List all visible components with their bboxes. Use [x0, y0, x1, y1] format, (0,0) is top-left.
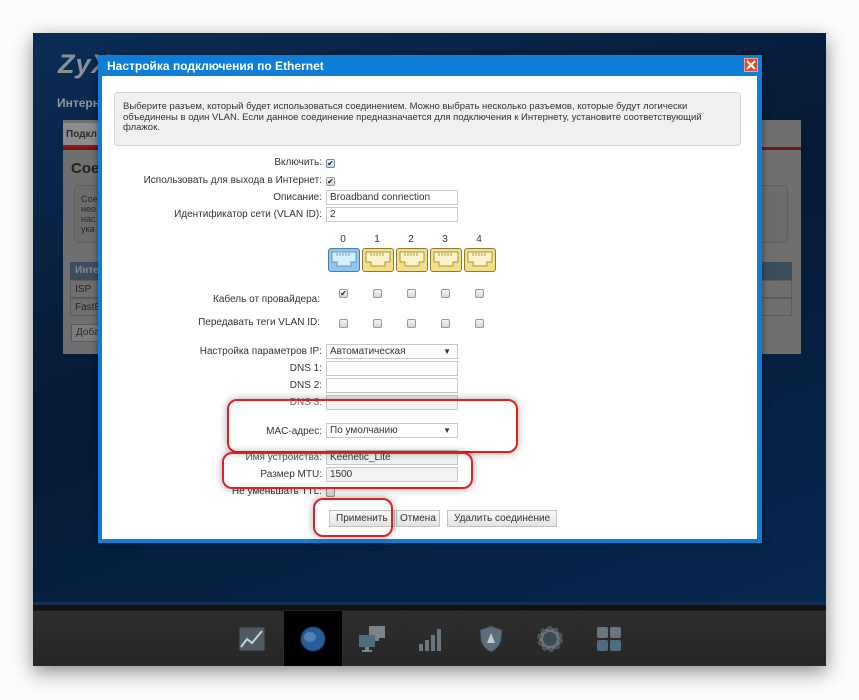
dropdown-arrow-icon: ▼: [443, 426, 451, 435]
mac-address-value: По умолчанию: [330, 425, 398, 436]
dns3-label: DNS 3:: [289, 397, 322, 408]
cancel-button[interactable]: Отмена: [396, 510, 440, 527]
ethernet-port-icon: [467, 251, 493, 267]
port-number: 2: [408, 234, 414, 245]
toolbar-internet[interactable]: [283, 611, 342, 666]
dns2-input[interactable]: [326, 378, 458, 393]
port-3[interactable]: [430, 248, 462, 272]
port-number: 0: [340, 234, 346, 245]
provider-cable-label: Кабель от провайдера:: [213, 294, 320, 305]
enable-label: Включить:: [274, 157, 322, 168]
computers-icon: [359, 625, 385, 652]
provider-cable-checkbox-0[interactable]: ✔: [339, 289, 348, 298]
mtu-label: Размер MTU:: [260, 469, 322, 480]
checkmark-icon: ✔: [327, 158, 334, 168]
enable-checkbox[interactable]: ✔: [326, 159, 335, 168]
info-line: Сое: [81, 194, 98, 204]
apply-button[interactable]: Применить: [329, 510, 395, 527]
chart-icon: [238, 626, 266, 651]
mac-address-select[interactable]: По умолчанию ▼: [326, 423, 458, 438]
ethernet-port-icon: [365, 251, 391, 267]
provider-cable-checkbox-4[interactable]: [475, 289, 484, 298]
dns2-label: DNS 2:: [289, 380, 322, 391]
toolbar-system[interactable]: [520, 611, 579, 666]
ethernet-port-icon: [331, 251, 357, 267]
gear-icon: [537, 625, 563, 652]
device-name-input[interactable]: Keenetic_Lite: [326, 450, 458, 465]
dns1-input[interactable]: [326, 361, 458, 376]
signal-bars-icon: [419, 628, 441, 651]
info-line: ука: [81, 224, 95, 234]
dialog-title: Настройка подключения по Ethernet: [107, 59, 324, 73]
toolbar-wifi[interactable]: [401, 611, 460, 666]
ip-settings-label: Настройка параметров IP:: [199, 346, 322, 357]
vlan-tags-label: Передавать теги VLAN ID:: [198, 317, 320, 328]
provider-cable-checkbox-3[interactable]: [441, 289, 450, 298]
toolbar-security[interactable]: [461, 611, 520, 666]
description-input[interactable]: Broadband connection: [326, 190, 458, 205]
section-title: Интерн: [57, 96, 101, 110]
ttl-checkbox[interactable]: [326, 488, 335, 497]
info-line: нас: [81, 214, 96, 224]
grid-icon: [597, 626, 621, 651]
port-2[interactable]: [396, 248, 428, 272]
dialog-body: Выберите разъем, который будет использов…: [102, 76, 757, 539]
vlan-tags-checkbox-1[interactable]: [373, 319, 382, 328]
close-button[interactable]: [744, 58, 758, 72]
ethernet-port-icon: [433, 251, 459, 267]
vlan-tags-checkbox-2[interactable]: [407, 319, 416, 328]
description-label: Описание:: [273, 192, 322, 203]
vlan-tags-checkbox-4[interactable]: [475, 319, 484, 328]
info-line: нео: [81, 204, 96, 214]
shield-icon: [479, 624, 503, 653]
port-4[interactable]: [464, 248, 496, 272]
port-number: 1: [374, 234, 380, 245]
ip-settings-value: Автоматическая: [330, 346, 406, 357]
vlan-tags-checkbox-3[interactable]: [441, 319, 450, 328]
close-icon: [746, 60, 756, 70]
vlan-id-label: Идентификатор сети (VLAN ID):: [174, 209, 322, 220]
dropdown-arrow-icon: ▼: [443, 347, 451, 356]
dns1-label: DNS 1:: [289, 363, 322, 374]
ip-settings-select[interactable]: Автоматическая ▼: [326, 344, 458, 359]
table-header-label: Инте: [75, 265, 99, 276]
ethernet-settings-dialog: Настройка подключения по Ethernet Выбери…: [98, 55, 762, 543]
device-name-label: Имя устройства:: [245, 452, 322, 463]
toolbar-home-network[interactable]: [342, 611, 401, 666]
ethernet-port-icon: [399, 251, 425, 267]
delete-connection-button[interactable]: Удалить соединение: [447, 510, 558, 527]
toolbar-apps[interactable]: [579, 611, 638, 666]
vlan-tags-checkbox-0[interactable]: [339, 319, 348, 328]
internet-label: Использовать для выхода в Интернет:: [143, 175, 322, 186]
checkmark-icon: ✔: [327, 176, 334, 186]
background-info-text: Сое нео нас ука: [81, 194, 98, 234]
checkmark-icon: ✔: [340, 288, 347, 298]
port-1[interactable]: [362, 248, 394, 272]
background-heading: Сое: [71, 160, 100, 177]
vlan-id-input[interactable]: 2: [326, 207, 458, 222]
provider-cable-checkbox-1[interactable]: [373, 289, 382, 298]
port-0[interactable]: [328, 248, 360, 272]
toolbar-monitor[interactable]: [223, 611, 281, 666]
port-number: 4: [476, 234, 482, 245]
mtu-input[interactable]: 1500: [326, 467, 458, 482]
dns3-input[interactable]: [326, 395, 458, 410]
port-number: 3: [442, 234, 448, 245]
provider-cable-checkbox-2[interactable]: [407, 289, 416, 298]
info-message: Выберите разъем, который будет использов…: [114, 92, 741, 146]
mac-address-label: MAC-адрес:: [266, 426, 322, 437]
globe-icon: [300, 626, 326, 651]
ttl-label: Не уменьшать TTL:: [231, 486, 322, 497]
use-for-internet-checkbox[interactable]: ✔: [326, 177, 335, 186]
bottom-toolbar: [33, 605, 826, 666]
